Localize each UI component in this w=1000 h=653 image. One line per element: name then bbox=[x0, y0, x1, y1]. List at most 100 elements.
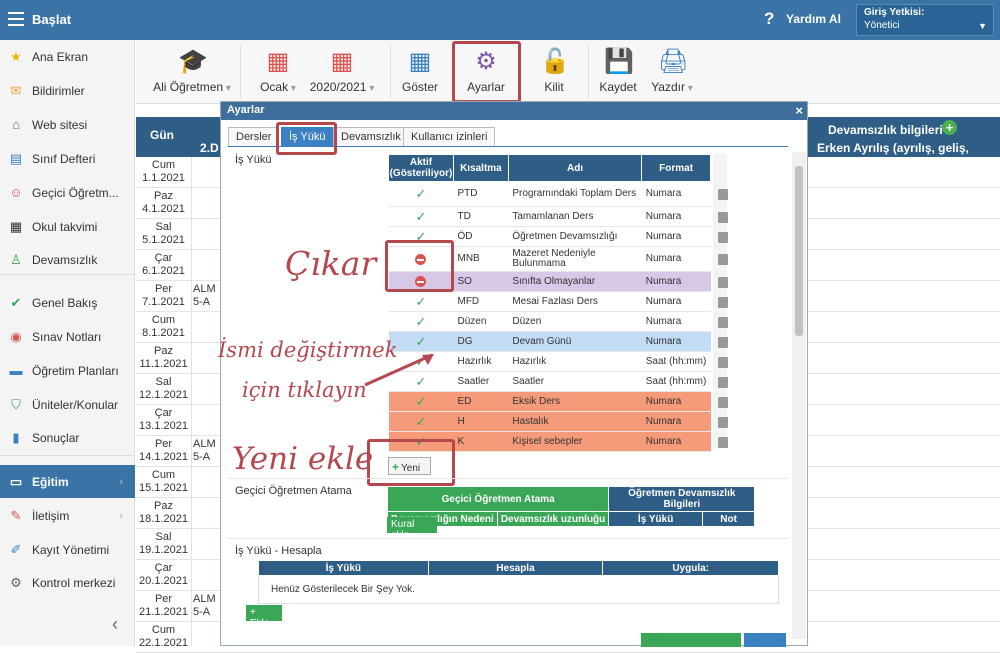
trash-icon[interactable] bbox=[717, 231, 728, 243]
row-lesson[interactable]: ALM 5-A bbox=[193, 438, 216, 464]
toolbar-ocak-button[interactable]: ▦ Ocak ▾ bbox=[256, 48, 300, 94]
cell-name[interactable]: Kişisel sebepler bbox=[508, 431, 642, 452]
tab-kullanici-izinleri[interactable]: Kullanıcı izinleri bbox=[403, 127, 496, 146]
sidebar-item-3[interactable]: ▤ Sınıf Defteri bbox=[0, 142, 135, 175]
cell-name[interactable]: Hazırlık bbox=[508, 351, 642, 372]
cell-abbr[interactable]: SO bbox=[453, 271, 509, 292]
toolbar-g-ster-button[interactable]: ▦ Göster bbox=[400, 48, 440, 94]
cell-name[interactable]: Devam Günü bbox=[508, 331, 642, 352]
cell-name[interactable]: Öğretmen Devamsızlığı bbox=[508, 226, 642, 247]
sidebar-item-0[interactable]: ★ Ana Ekran bbox=[0, 40, 135, 73]
cell-name[interactable]: Tamamlanan Ders bbox=[508, 206, 642, 227]
cell-name[interactable]: Programındaki Toplam Ders bbox=[508, 181, 642, 207]
table-row[interactable]: ✓ TD Tamamlanan Ders Numara bbox=[388, 206, 711, 227]
cell-name[interactable]: Mesai Fazlası Ders bbox=[508, 291, 642, 312]
trash-icon[interactable] bbox=[717, 316, 728, 328]
sidebar-item-4[interactable]: ☺ Geçici Öğretm... bbox=[0, 176, 135, 209]
sidebar-item-1[interactable]: ✉ Bildirimler bbox=[0, 74, 135, 107]
check-icon[interactable]: ✓ bbox=[388, 181, 454, 207]
app-title[interactable]: Başlat bbox=[32, 12, 71, 27]
trash-icon[interactable] bbox=[717, 254, 728, 265]
cell-format: Numara bbox=[641, 271, 711, 292]
tab-devamsizlik[interactable]: Devamsızlık bbox=[333, 127, 409, 146]
sidebar-item-11[interactable]: ▮ Sonuçlar bbox=[0, 421, 135, 454]
trash-icon[interactable] bbox=[717, 276, 728, 288]
sidebar-item-15[interactable]: ⚙ Kontrol merkezi bbox=[0, 566, 135, 599]
trash-icon[interactable] bbox=[717, 336, 728, 348]
user-icon: ☺ bbox=[9, 184, 23, 200]
cell-abbr[interactable]: MNB bbox=[453, 246, 509, 272]
envelope-icon: ✉ bbox=[10, 82, 22, 98]
table-row[interactable]: ✓ PTD Programındaki Toplam Ders Numara bbox=[388, 181, 711, 207]
toolbar-yazd-r-button[interactable]: 🖨 Yazdır ▾ bbox=[650, 48, 694, 94]
sidebar-item-9[interactable]: ▬ Öğretim Planları bbox=[0, 354, 135, 387]
trash-icon[interactable] bbox=[717, 436, 728, 448]
toolbar-2020-2021-button[interactable]: ▦ 2020/2021 ▾ bbox=[308, 48, 376, 94]
cell-abbr[interactable]: TD bbox=[453, 206, 509, 227]
hamburger-menu-icon[interactable] bbox=[8, 12, 24, 26]
cell-name[interactable]: Hastalık bbox=[508, 411, 642, 432]
dialog-footer-button[interactable] bbox=[641, 633, 741, 647]
row-lesson[interactable]: ALM 5-A bbox=[193, 283, 216, 309]
toolbar-label: Kilit bbox=[544, 80, 564, 94]
chevron-down-icon: ▾ bbox=[366, 83, 375, 94]
help-icon[interactable]: ? bbox=[764, 9, 774, 29]
sidebar-item-7[interactable]: ✔ Genel Bakış bbox=[0, 286, 135, 319]
table-row[interactable]: ✓ Düzen Düzen Numara bbox=[388, 311, 711, 332]
lock-icon: 🔓 bbox=[540, 48, 570, 75]
add-calc-button[interactable]: + Ekle bbox=[246, 605, 282, 629]
temp-teacher-table: Geçici Öğretmen Atama Öğretmen Devamsızl… bbox=[386, 486, 756, 527]
sidebar-item-12[interactable]: ▭ Eğitim › bbox=[0, 465, 135, 498]
dialog-footer-button[interactable] bbox=[744, 633, 786, 647]
cell-name[interactable]: Eksik Ders bbox=[508, 391, 642, 412]
scrollbar-thumb[interactable] bbox=[795, 166, 803, 336]
dialog-scrollbar[interactable] bbox=[792, 152, 806, 639]
tab-dersler[interactable]: Dersler bbox=[228, 127, 280, 146]
close-icon[interactable]: × bbox=[795, 103, 803, 118]
cell-abbr[interactable]: DG bbox=[453, 331, 509, 352]
collapse-sidebar-icon[interactable]: ‹ bbox=[112, 614, 118, 635]
trash-icon[interactable] bbox=[717, 211, 728, 223]
sidebar-item-5[interactable]: ▦ Okul takvimi bbox=[0, 210, 135, 243]
sidebar-item-2[interactable]: ⌂ Web sitesi bbox=[0, 108, 135, 141]
toolbar-kaydet-button[interactable]: 💾 Kaydet bbox=[598, 48, 638, 94]
cell-abbr[interactable]: ÖD bbox=[453, 226, 509, 247]
toolbar-label: Göster bbox=[401, 80, 438, 94]
cell-abbr[interactable]: Saatler bbox=[453, 371, 509, 392]
sidebar-item-14[interactable]: ✐ Kayıt Yönetimi bbox=[0, 533, 135, 566]
cell-name[interactable]: Saatler bbox=[508, 371, 642, 392]
trash-icon[interactable] bbox=[717, 356, 728, 368]
check-icon[interactable]: ✓ bbox=[388, 206, 454, 227]
cell-abbr[interactable]: MFD bbox=[453, 291, 509, 312]
sidebar-item-10[interactable]: ⛉ Üniteler/Konular bbox=[0, 388, 135, 421]
trash-icon[interactable] bbox=[717, 416, 728, 428]
trash-icon[interactable] bbox=[717, 376, 728, 388]
cell-name[interactable]: Mazeret Nedeniyle Bulunmama bbox=[508, 246, 642, 272]
trash-icon[interactable] bbox=[717, 296, 728, 308]
role-select[interactable]: Giriş Yetkisi: Yönetici ▼ bbox=[856, 4, 994, 36]
cell-abbr[interactable]: H bbox=[453, 411, 509, 432]
table-row[interactable]: ✓ MFD Mesai Fazlası Ders Numara bbox=[388, 291, 711, 312]
sidebar-item-6[interactable]: ♙ Devamsızlık bbox=[0, 243, 135, 276]
check-icon[interactable]: ✓ bbox=[388, 411, 454, 432]
cell-abbr[interactable]: Düzen bbox=[453, 311, 509, 332]
cell-name[interactable]: Sınıfta Olmayanlar bbox=[508, 271, 642, 292]
cell-abbr[interactable]: K bbox=[453, 431, 509, 452]
sidebar-item-13[interactable]: ✎ İletişim › bbox=[0, 499, 135, 532]
help-link[interactable]: Yardım Al bbox=[786, 12, 841, 26]
toolbar-kilit-button[interactable]: 🔓 Kilit bbox=[540, 48, 570, 94]
cell-abbr[interactable]: ED bbox=[453, 391, 509, 412]
check-icon[interactable]: ✓ bbox=[388, 291, 454, 312]
trash-icon[interactable] bbox=[717, 189, 728, 200]
table-row[interactable]: ✓ H Hastalık Numara bbox=[388, 411, 711, 432]
cell-name[interactable]: Düzen bbox=[508, 311, 642, 332]
toolbar-ali-retmen-button[interactable]: 🎓 Ali Öğretmen ▾ bbox=[152, 48, 232, 94]
cell-abbr[interactable]: PTD bbox=[453, 181, 509, 207]
row-lesson[interactable]: ALM 5-A bbox=[193, 593, 216, 619]
sidebar-item-8[interactable]: ◉ Sınav Notları bbox=[0, 320, 135, 353]
cell-abbr[interactable]: Hazırlık bbox=[453, 351, 509, 372]
add-rule-button[interactable]: Kural ekle bbox=[387, 517, 437, 541]
trash-icon[interactable] bbox=[717, 396, 728, 408]
check-icon[interactable]: ✓ bbox=[388, 311, 454, 332]
add-absence-icon[interactable]: + bbox=[942, 120, 957, 135]
